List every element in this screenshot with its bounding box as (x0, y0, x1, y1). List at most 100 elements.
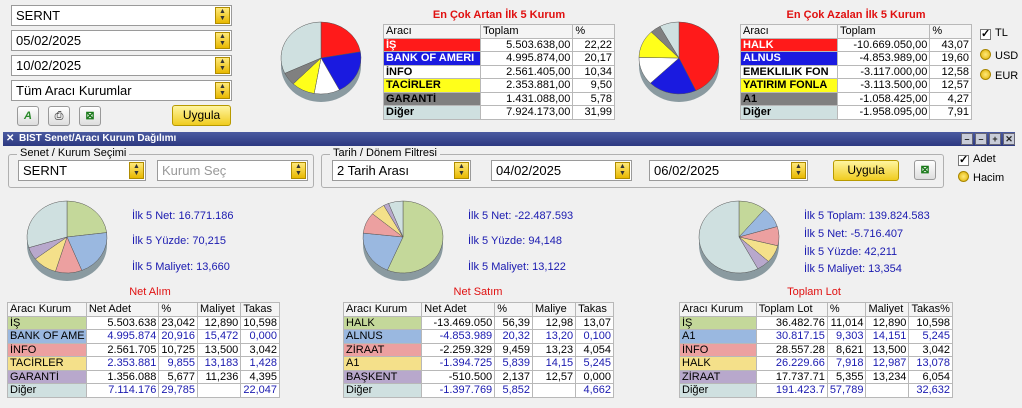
sell-stat: İlk 5 Maliyet: 13,122 (468, 261, 566, 273)
cost-value: 14,15 (531, 356, 577, 371)
dropdown-arrow-icon[interactable]: ▲ ▼ (454, 162, 469, 179)
symbol-value: SERNT (16, 8, 61, 23)
restore-icon[interactable]: – (975, 133, 987, 145)
custody-value: 13,07 (575, 315, 614, 330)
close-window-icon[interactable]: ✕ (1003, 133, 1015, 145)
symbol-combo[interactable]: SERNT ▲ ▼ (11, 5, 232, 26)
top-apply-button[interactable]: Uygula (172, 105, 231, 126)
broker-name: A1 (342, 356, 423, 371)
broker-name: A1 (739, 91, 839, 106)
broker-name: İŞ (7, 315, 87, 330)
pie-slice (66, 200, 107, 238)
percent-value: 5,839 (494, 356, 533, 371)
total-value: -1.058.425,00 (837, 91, 931, 106)
date-start-value: 05/02/2025 (16, 33, 82, 48)
table-row: Diğer 7.114.176 29,785 22,047 (7, 383, 280, 398)
table-row: İNFO 28.557.28 8,621 13,500 3,042 (679, 342, 953, 357)
table-row: İŞ 36.482.76 11,014 12,890 10,598 (679, 315, 953, 330)
net-value: -13.469.050 (421, 315, 496, 330)
column-header: Aracı Kurum (7, 302, 87, 317)
net-value: 36.482.76 (755, 315, 828, 330)
dropdown-arrow-icon[interactable]: ▲ ▼ (615, 162, 630, 179)
minimize-icon[interactable]: – (961, 133, 973, 145)
table-row: BANK OF AMERI 4.995.874,00 20,17 (382, 51, 615, 66)
lot-title: Toplam Lot (787, 286, 841, 298)
dropdown-arrow-icon[interactable]: ▲ ▼ (215, 57, 230, 74)
panel-excel-icon[interactable]: ⊠ (914, 160, 936, 180)
excel-icon[interactable]: ⊠ (79, 106, 101, 126)
dropdown-arrow-icon[interactable]: ▲ ▼ (291, 162, 306, 179)
custody-value: 0,000 (240, 329, 280, 344)
percent-value: 43,07 (929, 37, 972, 52)
dropdown-arrow-icon[interactable]: ▲ ▼ (215, 32, 230, 49)
custody-value: 13,078 (908, 356, 953, 371)
date-start-combo[interactable]: 05/02/2025 ▲ ▼ (11, 30, 232, 51)
custody-value: 10,598 (240, 315, 280, 330)
cost-value: 12,57 (531, 369, 577, 384)
period-combo[interactable]: 2 Tarih Arası ▲ ▼ (332, 160, 471, 181)
percent-value: 8,621 (826, 342, 867, 357)
institutions-combo[interactable]: Tüm Aracı Kurumlar ▲ ▼ (11, 80, 232, 101)
buy-stat: İlk 5 Yüzde: 70,215 (132, 235, 226, 247)
radio-icon (980, 49, 991, 60)
total-value: -1.958.095,00 (837, 105, 931, 120)
broker-name: BANK OF AME (7, 329, 87, 344)
broker-name: ZİRAAT (679, 369, 757, 384)
broker-name: YATIRIM FONLA (739, 78, 839, 93)
column-header: % (494, 302, 533, 317)
column-header: Toplam Lot (755, 302, 828, 317)
custody-value: 5,245 (908, 329, 953, 344)
table-row: A1 -1.058.425,00 4,27 (739, 91, 972, 106)
percent-value: 2,137 (494, 369, 533, 384)
dropdown-arrow-icon[interactable]: ▲ ▼ (791, 162, 806, 179)
currency-tl-checkbox[interactable]: ✓ TL (980, 27, 1008, 40)
mode-adet-checkbox[interactable]: ✓ Adet (958, 153, 996, 166)
custody-value: 22,047 (240, 383, 280, 398)
panel-symbol-combo[interactable]: SERNT ▲ ▼ (18, 160, 146, 181)
percent-value: 31,99 (572, 105, 615, 120)
table-row: GARANTİ 1.356.088 5,677 11,236 4,395 (7, 369, 280, 384)
kurum-select-combo[interactable]: Kurum Seç ▲ ▼ (157, 160, 308, 181)
broker-name: İNFO (382, 64, 482, 79)
cost-value: 12,890 (196, 315, 242, 330)
column-header: Maliyet (865, 302, 910, 317)
cost-value (196, 383, 242, 398)
check-icon: ✓ (958, 154, 969, 166)
panel-date-start-combo[interactable]: 04/02/2025 ▲ ▼ (491, 160, 632, 181)
column-header: % (826, 302, 867, 317)
custody-value: 0,000 (575, 369, 614, 384)
header-row: Aracı Kurum Toplam Lot% Maliyet Takas% (679, 302, 953, 317)
panel-apply-button[interactable]: Uygula (833, 160, 899, 181)
column-header: Takas (575, 302, 614, 317)
broker-name: İNFO (679, 342, 757, 357)
dropdown-arrow-icon[interactable]: ▲ ▼ (215, 82, 230, 99)
percent-value: 5,677 (158, 369, 198, 384)
percent-value: 56,39 (494, 315, 533, 330)
buy-title: Net Alım (129, 286, 171, 298)
currency-eur-radio[interactable]: EUR (980, 69, 1018, 82)
percent-value: 29,785 (158, 383, 198, 398)
dropdown-arrow-icon[interactable]: ▲ ▼ (215, 7, 230, 24)
close-icon[interactable]: ✕ (6, 132, 14, 146)
print-icon[interactable]: ⎙ (48, 106, 70, 126)
dropdown-arrow-icon[interactable]: ▲ ▼ (129, 162, 144, 179)
custody-value: 4,054 (575, 342, 614, 357)
column-header: Takas% (908, 302, 953, 317)
font-button[interactable]: A (17, 106, 39, 126)
lot-pie-chart (698, 200, 780, 281)
panel-date-end-combo[interactable]: 06/02/2025 ▲ ▼ (649, 160, 808, 181)
selection-group-title: Senet / Kurum Seçimi (17, 147, 130, 159)
cost-value: 13,23 (531, 342, 577, 357)
currency-usd-radio[interactable]: USD (980, 49, 1018, 62)
maximize-icon[interactable]: + (989, 133, 1001, 145)
date-end-combo[interactable]: 10/02/2025 ▲ ▼ (11, 55, 232, 76)
net-value: 1.356.088 (85, 369, 160, 384)
total-value: 7.924.173,00 (480, 105, 574, 120)
table-row: TACİRLER 2.353.881,00 9,50 (382, 78, 615, 93)
mode-hacim-radio[interactable]: Hacim (958, 171, 1004, 184)
panel-title: BIST Senet/Aracı Kurum Dağılımı (19, 133, 177, 144)
sell-table: Aracı Kurum Net Adet% Maliye Takas HALK -13.4… (342, 302, 614, 398)
percent-value: 9,50 (572, 78, 615, 93)
broker-name: GARANTİ (7, 369, 87, 384)
table-row: İŞ 5.503.638,00 22,22 (382, 37, 615, 52)
